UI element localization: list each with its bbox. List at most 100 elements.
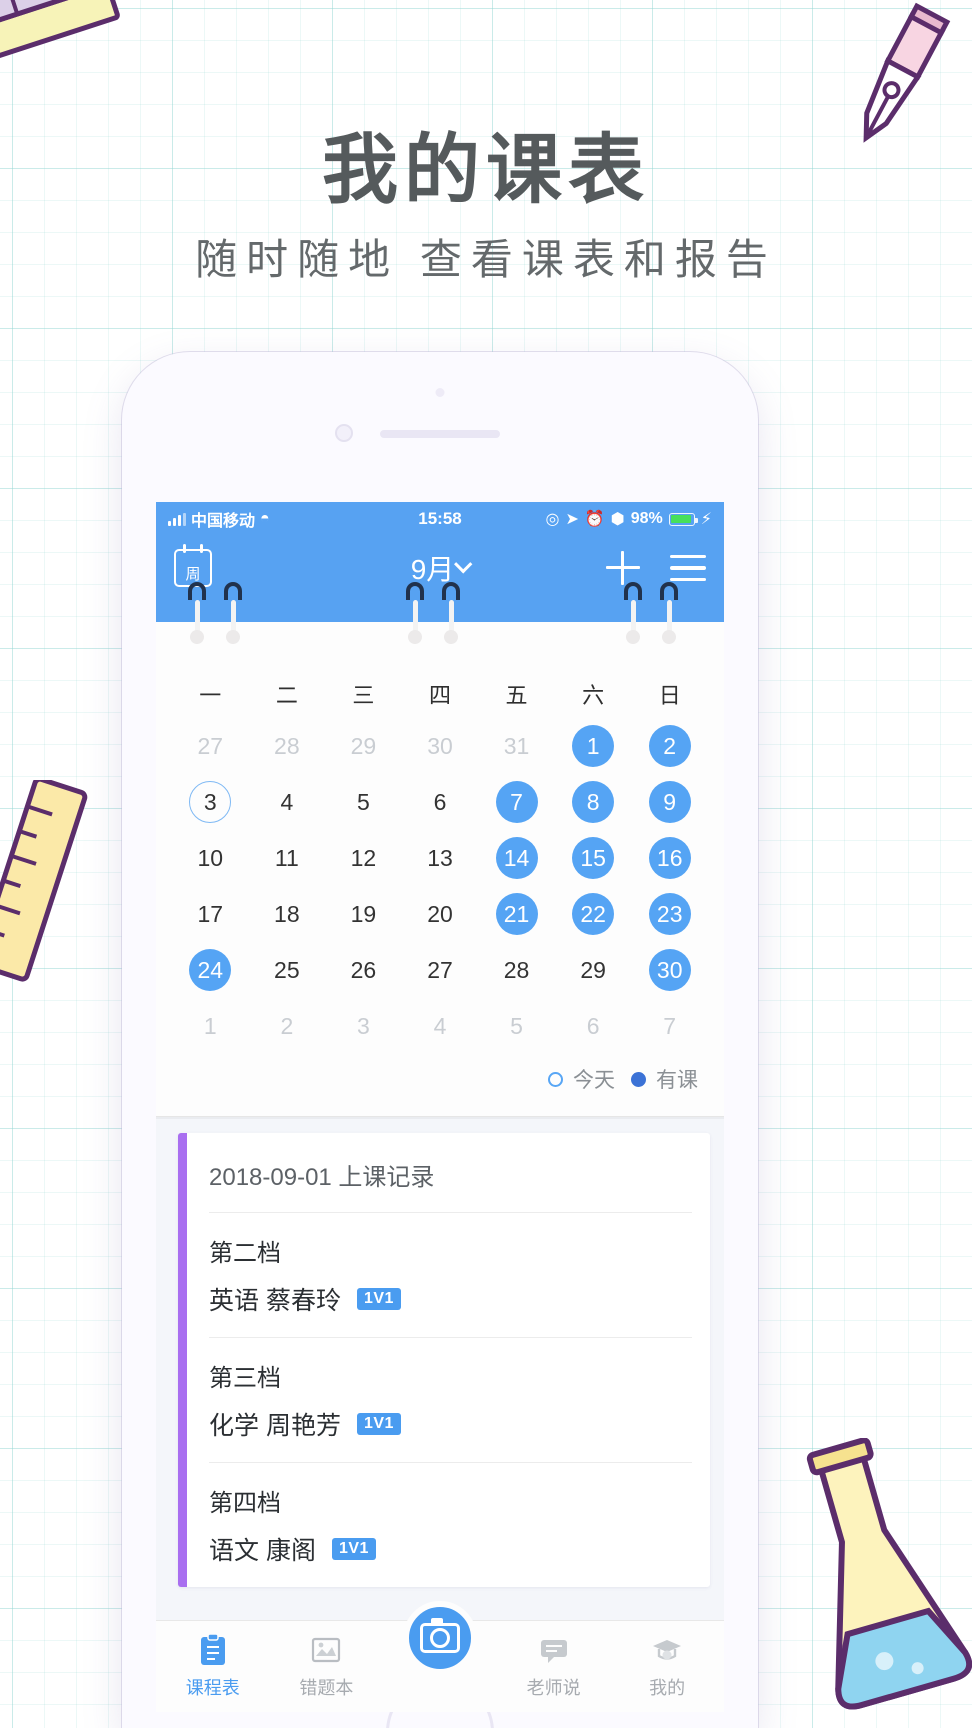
calendar-day-cell[interactable]: 15 xyxy=(555,830,632,886)
plus-icon[interactable] xyxy=(606,551,640,585)
tab-mistakes[interactable]: 错题本 xyxy=(270,1631,384,1700)
chevron-down-icon xyxy=(453,554,472,573)
tab-mine-label: 我的 xyxy=(649,1678,686,1698)
calendar-day-cell[interactable]: 24 xyxy=(172,942,249,998)
calendar-day-cell[interactable]: 21 xyxy=(478,886,555,942)
calendar-day-normal: 6 xyxy=(433,788,447,815)
calendar-day-cell[interactable]: 31 xyxy=(478,718,555,774)
calendar-day-cell[interactable]: 1 xyxy=(555,718,632,774)
weekday-label: 日 xyxy=(658,683,681,708)
month-selector[interactable]: 9月 xyxy=(410,548,472,588)
weekday-header-row: 一 二 三 四 五 六 日 xyxy=(172,678,708,718)
calendar-day-cell[interactable]: 2 xyxy=(631,718,708,774)
calendar-day-normal: 27 xyxy=(427,956,453,983)
week-view-label: 周 xyxy=(185,566,201,583)
calendar-day-cell[interactable]: 7 xyxy=(478,774,555,830)
class-record-row[interactable]: 第四档语文 康阁 1V1 xyxy=(209,1462,692,1587)
calendar-week-row: 27 28 29 30 31 1 2 xyxy=(172,718,708,774)
record-slot-label: 第二档 xyxy=(209,1240,281,1267)
calendar-day-cell[interactable]: 13 xyxy=(402,830,479,886)
calendar-day-cell[interactable]: 8 xyxy=(555,774,632,830)
calendar-day-cell[interactable]: 27 xyxy=(402,942,479,998)
calendar-week-row: 17 18 19 20 21 22 23 xyxy=(172,886,708,942)
tab-mine[interactable]: 我的 xyxy=(610,1631,724,1700)
calendar-day-cell[interactable]: 4 xyxy=(402,998,479,1054)
calendar-day-cell[interactable]: 28 xyxy=(478,942,555,998)
hamburger-menu-icon[interactable] xyxy=(670,555,706,581)
calendar-day-cell[interactable]: 29 xyxy=(555,942,632,998)
record-subject-teacher: 英语 蔡春玲 xyxy=(209,1287,341,1315)
calendar-day-muted: 1 xyxy=(203,1012,217,1039)
calendar-day-cell[interactable]: 10 xyxy=(172,830,249,886)
calendar-day-cell[interactable]: 25 xyxy=(249,942,326,998)
calendar-day-muted: 30 xyxy=(427,732,453,759)
calendar-day-cell[interactable]: 17 xyxy=(172,886,249,942)
calendar-day-cell[interactable]: 28 xyxy=(249,718,326,774)
front-camera-icon xyxy=(335,424,353,442)
calendar-day-cell[interactable]: 16 xyxy=(631,830,708,886)
calendar-day-cell[interactable]: 7 xyxy=(631,998,708,1054)
records-header: 2018-09-01 上课记录 xyxy=(209,1164,435,1191)
tab-teacher-says[interactable]: 老师说 xyxy=(497,1631,611,1700)
calendar-day-muted: 27 xyxy=(197,732,224,759)
tab-schedule-label: 课程表 xyxy=(185,1678,240,1698)
calendar-day-cell[interactable]: 6 xyxy=(402,774,479,830)
calendar-day-cell[interactable]: 5 xyxy=(478,998,555,1054)
calendar-day-has: 2 xyxy=(648,725,691,767)
calendar-day-cell[interactable]: 3 xyxy=(325,998,402,1054)
battery-percent: 98% xyxy=(630,510,663,527)
calendar-day-cell[interactable]: 11 xyxy=(249,830,326,886)
calendar-day-cell[interactable]: 30 xyxy=(402,718,479,774)
class-record-row[interactable]: 第二档 英语 蔡春玲 1V1 xyxy=(209,1212,692,1337)
calendar-day-normal: 18 xyxy=(274,900,300,927)
calendar-day-cell[interactable]: 3 xyxy=(172,774,249,830)
calendar-day-muted: 2 xyxy=(280,1012,294,1039)
calendar-day-cell[interactable]: 30 xyxy=(631,942,708,998)
flask-decoration xyxy=(806,1438,972,1710)
calendar-day-muted: 3 xyxy=(357,1012,370,1039)
calendar-day-cell[interactable]: 1 xyxy=(172,998,249,1054)
earpiece-speaker xyxy=(380,430,500,438)
calendar-day-muted: 5 xyxy=(510,1012,523,1039)
calendar-day-cell[interactable]: 12 xyxy=(325,830,402,886)
calendar-day-normal: 4 xyxy=(280,788,294,815)
calendar-day-cell[interactable]: 20 xyxy=(402,886,479,942)
has-class-marker-icon xyxy=(631,1071,646,1087)
records-list: 第二档 英语 蔡春玲 1V1 第三档 化学 周艳芳 1V1 第四档 语文 康阁 1V1 xyxy=(209,1212,692,1587)
record-type-badge: 1V1 xyxy=(356,1413,401,1435)
month-label: 9月 xyxy=(410,554,455,585)
rotation-lock-icon: ◎ xyxy=(545,511,560,528)
calendar-day-cell[interactable]: 23 xyxy=(631,886,708,942)
charging-bolt-icon: ⚡ xyxy=(700,511,713,528)
camera-icon[interactable] xyxy=(402,1601,477,1675)
calendar-day-cell[interactable]: 22 xyxy=(555,886,632,942)
calendar-day-cell[interactable]: 26 xyxy=(325,942,402,998)
calendar-day-cell[interactable]: 19 xyxy=(325,886,402,942)
calendar-day-has: 9 xyxy=(648,781,691,823)
calendar-day-has: 30 xyxy=(648,949,691,991)
class-record-row[interactable]: 第三档 化学 周艳芳 1V1 xyxy=(209,1337,692,1462)
calendar-day-cell[interactable]: 4 xyxy=(249,774,326,830)
legend-today-label: 今天 xyxy=(573,1069,615,1092)
calendar-day-cell[interactable]: 27 xyxy=(172,718,249,774)
calendar-day-cell[interactable]: 9 xyxy=(631,774,708,830)
calendar-day-cell[interactable]: 5 xyxy=(325,774,402,830)
calendar-day-cell[interactable]: 6 xyxy=(555,998,632,1054)
weekday-label: 五 xyxy=(505,683,528,708)
graduation-cap-icon xyxy=(648,1631,686,1669)
calendar-day-normal: 26 xyxy=(350,956,377,983)
record-slot-label: 第四档 xyxy=(209,1490,281,1517)
calendar-day-cell[interactable]: 14 xyxy=(478,830,555,886)
calendar-day-has: 23 xyxy=(648,893,691,935)
record-detail-line: 语文 康阁 1V1 xyxy=(209,1531,692,1567)
calendar-day-cell[interactable]: 29 xyxy=(325,718,402,774)
week-view-button[interactable]: 周 xyxy=(174,544,212,587)
calendar-day-today: 3 xyxy=(189,781,232,823)
calendar-day-cell[interactable]: 2 xyxy=(249,998,326,1054)
calendar-body: 27 28 29 30 31 1 2 3 4 5 6 7 8 9 10 11 12 13 14 15 16 17 18 19 2… xyxy=(172,718,708,1054)
calendar-day-cell[interactable]: 18 xyxy=(249,886,326,942)
record-subject-teacher: 语文 康阁 xyxy=(209,1537,316,1565)
month-calendar[interactable]: 一 二 三 四 五 六 日 27 28 29 30 31 1 2 3 4 5 6 7 8 9 10 11 12 1… xyxy=(156,622,724,1117)
notebook-binding xyxy=(156,582,724,644)
tab-schedule[interactable]: 课程表 xyxy=(156,1631,270,1700)
